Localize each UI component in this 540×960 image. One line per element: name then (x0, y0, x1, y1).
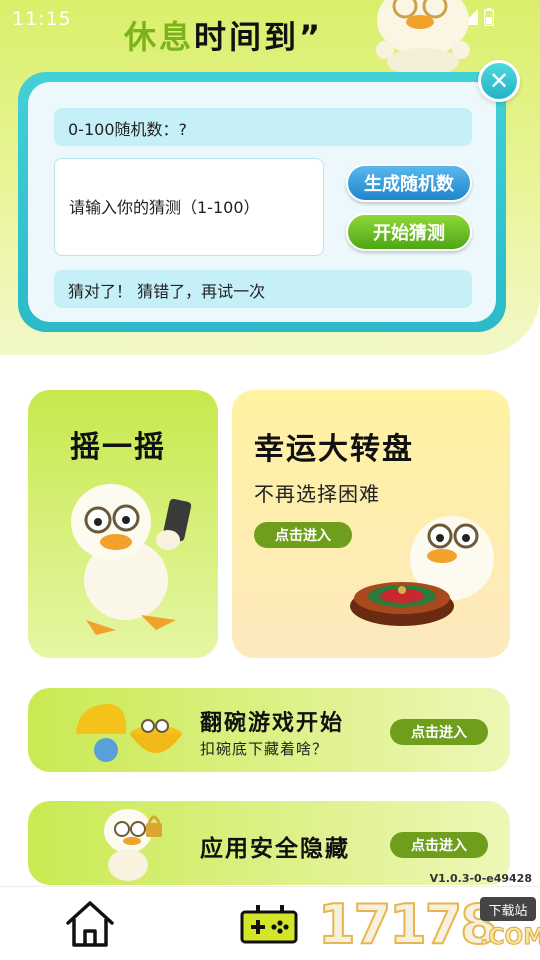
lucky-wheel-card[interactable]: 幸运大转盘 不再选择困难 点击进入 (232, 390, 510, 658)
guess-input[interactable] (54, 158, 324, 256)
page-title: 休息时间到” (124, 12, 323, 58)
duck-roulette-illustration (342, 478, 507, 648)
nav-game[interactable] (240, 905, 300, 945)
lucky-wheel-enter-button[interactable]: 点击进入 (254, 522, 352, 548)
battery-icon (484, 8, 494, 26)
status-time: 11:15 (12, 8, 72, 30)
nav-home[interactable] (62, 899, 118, 949)
bowl-duck-illustration (68, 694, 188, 768)
lucky-wheel-title: 幸运大转盘 (254, 432, 414, 467)
generate-random-button[interactable]: 生成随机数 (346, 164, 472, 202)
close-icon: ✕ (488, 67, 510, 95)
bowl-game-enter-button[interactable]: 点击进入 (390, 719, 488, 745)
watermark-tag: 下载站 (480, 897, 536, 921)
app-hide-enter-button[interactable]: 点击进入 (390, 832, 488, 858)
watermark-number: 17178 (317, 892, 499, 957)
bowl-game-title: 翻碗游戏开始 (200, 711, 345, 736)
bottom-nav: 17178 下载站 .COM (0, 886, 540, 960)
bowl-game-subtitle: 扣碗底下藏着啥？ (200, 740, 329, 758)
guess-result-text: 猜对了！ 猜错了，再试一次 (54, 270, 472, 308)
watermark-domain: .COM (479, 925, 540, 951)
shake-card[interactable]: 摇一摇 (28, 390, 218, 658)
close-button[interactable]: ✕ (478, 60, 520, 102)
duck-mascot-top (365, 0, 475, 76)
duck-phone-illustration (56, 470, 206, 640)
duck-lock-illustration (94, 803, 174, 885)
title-part-black: 时间到” (194, 18, 324, 56)
app-hide-title: 应用安全隐藏 (200, 836, 350, 862)
home-icon (62, 901, 118, 953)
random-number-display: 0-100随机数：? (54, 108, 472, 146)
shake-card-title: 摇一摇 (70, 430, 166, 465)
site-watermark: 17178 下载站 .COM (316, 891, 540, 957)
title-part-green: 休息 (124, 18, 195, 56)
bowl-game-card[interactable]: 翻碗游戏开始 扣碗底下藏着啥？ 点击进入 (28, 688, 510, 772)
gamepad-icon (240, 905, 300, 949)
version-label: V1.0.3-0-e49428 (429, 872, 532, 885)
start-guess-button[interactable]: 开始猜测 (346, 213, 472, 251)
